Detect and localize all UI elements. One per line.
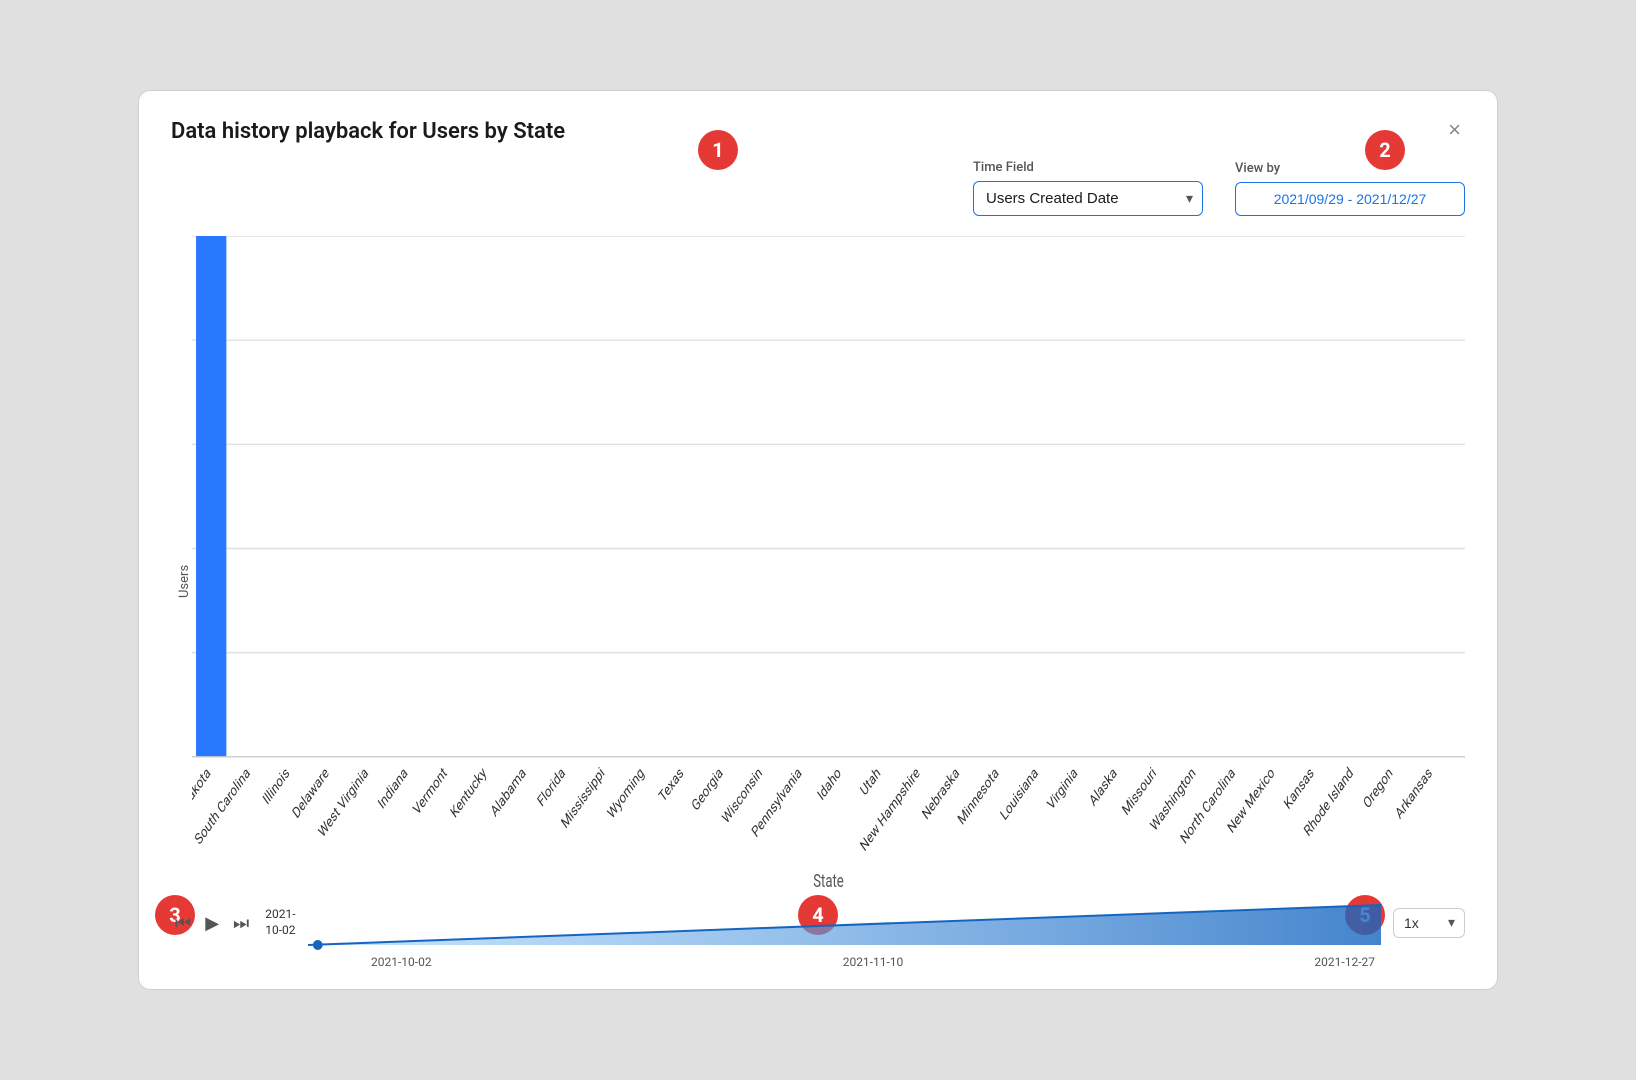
svg-text:State: State [813, 870, 843, 887]
svg-text:Georgia: Georgia [689, 764, 725, 815]
chart-wrapper: Users 1 0.8 0.6 0.4 0.2 0 [171, 236, 1465, 887]
svg-text:Oregon: Oregon [1361, 764, 1396, 813]
svg-text:Missouri: Missouri [1120, 764, 1160, 819]
chart-area: Users 1 0.8 0.6 0.4 0.2 0 [171, 236, 1465, 887]
svg-text:Indiana: Indiana [376, 764, 411, 813]
playback-controls: ⏮ ▶ ⏭ [171, 911, 253, 936]
forward-fast-button[interactable]: ⏭ [229, 911, 253, 936]
svg-text:Idaho: Idaho [815, 764, 844, 805]
speed-select-wrapper: 0.5x 1x 2x 4x ▾ [1393, 908, 1465, 938]
svg-text:Wyoming: Wyoming [605, 764, 647, 823]
current-date-label: 2021- 10-02 [265, 907, 295, 938]
badge-2: 2 [1365, 130, 1405, 170]
badge-1: 1 [698, 130, 738, 170]
svg-text:Virginia: Virginia [1045, 764, 1081, 814]
dialog: Data history playback for Users by State… [138, 90, 1498, 990]
svg-text:Louisiana: Louisiana [998, 764, 1041, 824]
time-field-select[interactable]: Users Created Date Last Login Date Updat… [973, 181, 1203, 216]
chart-svg-container: 1 0.8 0.6 0.4 0.2 0 South Dakota South C… [192, 236, 1465, 887]
controls-row: 1 2 Time Field Users Created Date Last L… [171, 160, 1465, 216]
dialog-header: Data history playback for Users by State… [171, 119, 1465, 144]
time-field-group: Time Field Users Created Date Last Login… [973, 160, 1203, 216]
svg-text:Kentucky: Kentucky [448, 764, 490, 822]
time-field-select-wrapper: Users Created Date Last Login Date Updat… [973, 181, 1203, 216]
close-button[interactable]: × [1444, 119, 1465, 141]
dialog-title: Data history playback for Users by State [171, 119, 565, 144]
y-axis-label: Users [171, 236, 192, 887]
timeline-end-label: 2021-12-27 [1314, 955, 1375, 969]
playback-row: ⏮ ▶ ⏭ 2021- 10-02 [171, 895, 1465, 951]
svg-text:Arkansas: Arkansas [1393, 764, 1435, 823]
svg-text:Vermont: Vermont [411, 764, 450, 819]
svg-text:Florida: Florida [535, 764, 568, 811]
timeline-start-label: 2021-10-02 [371, 955, 432, 969]
view-by-group: View by 2021/09/29 - 2021/12/27 [1235, 161, 1465, 216]
svg-text:Alabama: Alabama [488, 764, 528, 821]
timeline-mid-label: 2021-11-10 [843, 955, 904, 969]
timeline-section: 3 4 5 ⏮ ▶ ⏭ 2021- 10-02 [171, 895, 1465, 969]
svg-text:Texas: Texas [656, 764, 686, 806]
speed-select[interactable]: 0.5x 1x 2x 4x [1393, 908, 1465, 938]
svg-text:Utah: Utah [858, 764, 884, 800]
svg-text:Illinois: Illinois [260, 764, 292, 809]
svg-text:Kansas: Kansas [1282, 764, 1317, 813]
svg-text:Alaska: Alaska [1087, 764, 1120, 810]
svg-text:Minnesota: Minnesota [955, 764, 1001, 829]
timeline-track[interactable] [308, 895, 1381, 951]
timeline-x-labels: 2021-10-02 2021-11-10 2021-12-27 [171, 955, 1465, 969]
view-by-label: View by [1235, 161, 1465, 176]
play-button[interactable]: ▶ [201, 911, 223, 936]
time-field-label: Time Field [973, 160, 1203, 175]
date-range-button[interactable]: 2021/09/29 - 2021/12/27 [1235, 182, 1465, 216]
rewind-fast-button[interactable]: ⏮ [171, 911, 195, 936]
